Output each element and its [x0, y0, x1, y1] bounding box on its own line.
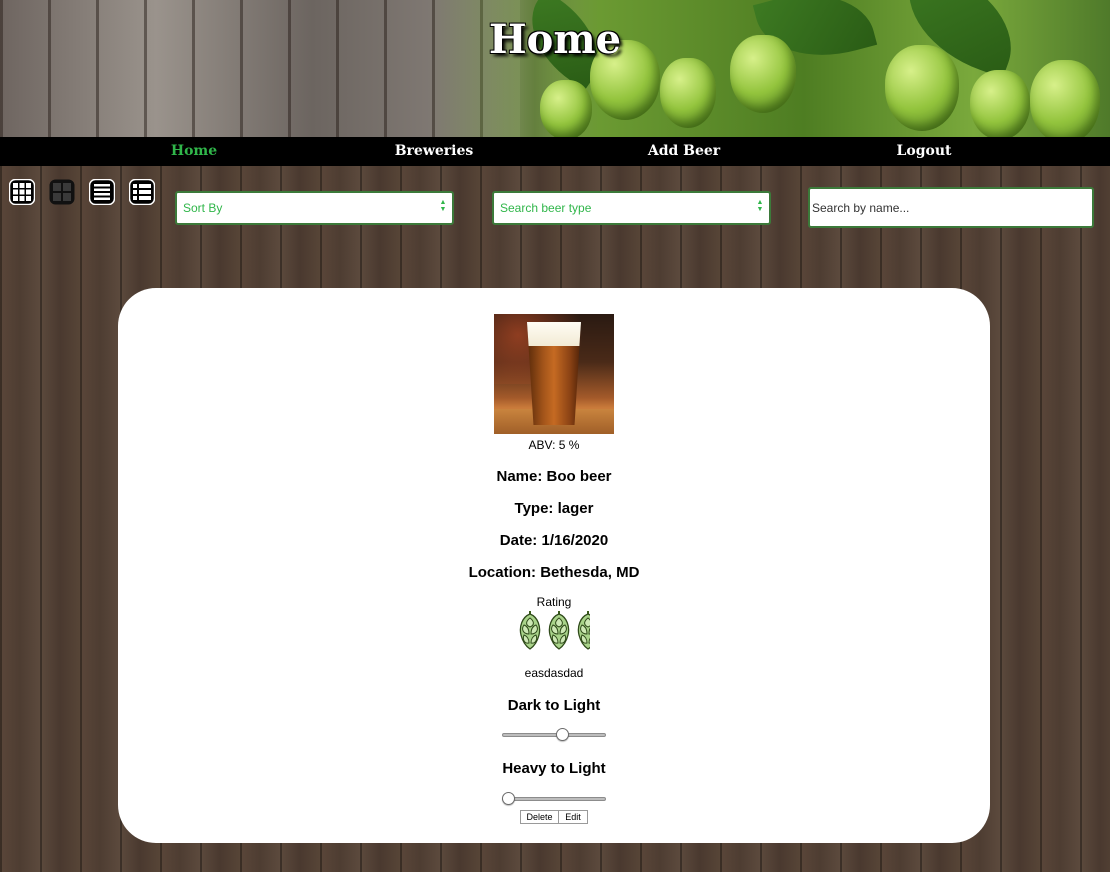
nav-add-beer-link[interactable]: Add Beer [648, 143, 720, 159]
edit-button[interactable]: Edit [558, 810, 588, 824]
beer-photo [494, 314, 614, 434]
hop-icon [577, 610, 590, 650]
select-arrows-icon: ▲ ▼ [756, 199, 764, 213]
nav-home-link[interactable]: Home [171, 143, 217, 159]
nav-breweries-link[interactable]: Breweries [395, 143, 474, 159]
beer-notes: easdasdad [524, 666, 584, 680]
rating-hops [516, 608, 590, 652]
list-lines-icon[interactable] [89, 179, 115, 205]
rating-label: Rating [536, 595, 572, 609]
beer-name: Name: Boo beer [496, 468, 612, 485]
beer-type: Type: lager [514, 500, 594, 517]
select-arrows-icon: ▲ ▼ [439, 199, 447, 213]
color-scale-label: Dark to Light [507, 697, 601, 714]
grid-small-icon[interactable] [9, 179, 35, 205]
delete-button[interactable]: Delete [520, 810, 559, 824]
slider-thumb[interactable] [556, 728, 569, 741]
beer-type-select[interactable]: Search beer type ▲ ▼ [492, 191, 771, 225]
body-scale-label: Heavy to Light [502, 760, 606, 777]
grid-large-icon[interactable] [49, 179, 75, 205]
hop-icon [519, 610, 541, 650]
sort-by-placeholder: Sort By [183, 201, 223, 215]
sort-by-select[interactable]: Sort By ▲ ▼ [175, 191, 454, 225]
heavy-to-light-slider[interactable] [502, 792, 606, 806]
list-detail-icon[interactable] [129, 179, 155, 205]
hop-icon [548, 610, 570, 650]
beer-date: Date: 1/16/2020 [499, 532, 609, 549]
main-nav: Home Breweries Add Beer Logout [0, 137, 1110, 166]
slider-thumb[interactable] [502, 792, 515, 805]
page-title: Home [488, 16, 622, 63]
dark-to-light-slider[interactable] [502, 728, 606, 742]
header-banner: Home [0, 0, 1110, 137]
beer-location: Location: Bethesda, MD [468, 564, 640, 581]
nav-logout-link[interactable]: Logout [897, 143, 952, 159]
beer-abv: ABV: 5 % [528, 438, 580, 452]
beer-card: ABV: 5 % Name: Boo beer Type: lager Date… [118, 288, 990, 843]
beer-type-placeholder: Search beer type [500, 201, 592, 215]
search-by-name-input[interactable] [808, 187, 1094, 228]
